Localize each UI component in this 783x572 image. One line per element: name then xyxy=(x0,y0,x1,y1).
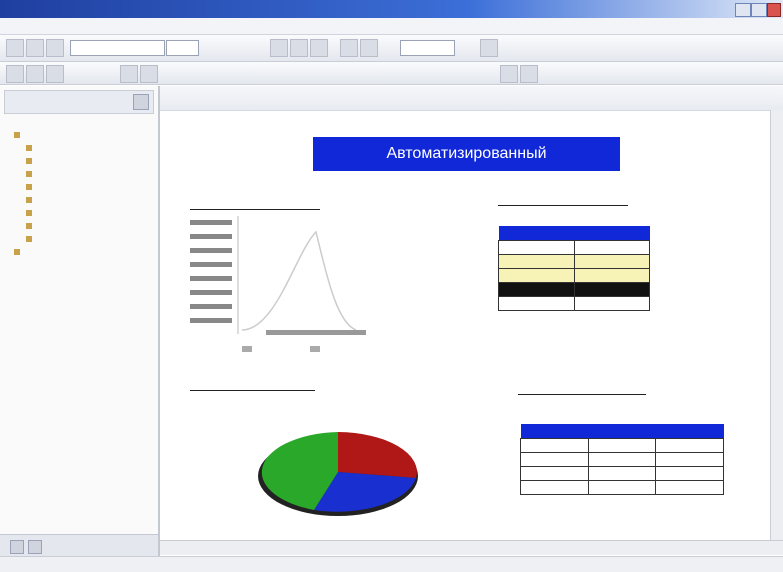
report-banner-title: Автоматизированный xyxy=(313,137,620,171)
italic-icon[interactable] xyxy=(290,39,308,57)
table-row xyxy=(520,480,724,495)
toolbar-primary xyxy=(0,35,783,62)
legend-marker xyxy=(310,346,320,352)
open-file-icon[interactable] xyxy=(26,39,44,57)
y-tick-label xyxy=(190,276,232,281)
save-icon[interactable] xyxy=(46,39,64,57)
pie-chart xyxy=(258,432,418,516)
zoom-field[interactable] xyxy=(400,40,455,56)
top-table-title xyxy=(498,192,628,206)
y-tick-label xyxy=(190,262,232,267)
tree-item[interactable] xyxy=(26,221,35,230)
summary-table xyxy=(498,226,650,311)
undo-icon[interactable] xyxy=(120,65,138,83)
tree-item[interactable] xyxy=(26,234,35,243)
y-tick-label xyxy=(190,220,232,225)
table-row xyxy=(520,452,724,467)
table-row xyxy=(498,240,650,255)
y-tick-label xyxy=(190,304,232,309)
bold-icon[interactable] xyxy=(270,39,288,57)
window-title xyxy=(0,3,24,14)
x-axis-labels xyxy=(266,330,366,335)
y-tick-label xyxy=(190,234,232,239)
table-row xyxy=(498,296,650,311)
table-row xyxy=(498,282,650,297)
vertical-scrollbar[interactable] xyxy=(770,110,783,540)
pie-chart-title xyxy=(190,377,315,391)
bottom-table-title xyxy=(518,381,646,395)
tree-item[interactable] xyxy=(26,169,35,178)
table-row xyxy=(498,268,650,283)
pie-slice-red xyxy=(338,432,417,478)
tree-item[interactable] xyxy=(14,130,35,139)
legend-marker xyxy=(242,346,252,352)
horizontal-ruler xyxy=(160,86,783,111)
tree-item[interactable] xyxy=(26,195,35,204)
minimize-icon[interactable] xyxy=(735,3,751,17)
line-series xyxy=(241,230,357,331)
y-axis-labels xyxy=(190,220,232,323)
line-chart-title xyxy=(190,196,320,210)
align-center-icon[interactable] xyxy=(360,39,378,57)
left-panel-footer xyxy=(0,534,158,557)
tree-item[interactable] xyxy=(26,182,35,191)
horizontal-scrollbar[interactable] xyxy=(160,540,783,555)
y-tick-label xyxy=(190,290,232,295)
underline-icon[interactable] xyxy=(310,39,328,57)
tree-item[interactable] xyxy=(26,208,35,217)
align-left-icon[interactable] xyxy=(340,39,358,57)
tree-list xyxy=(14,130,35,260)
print-icon[interactable] xyxy=(480,39,498,57)
title-bar xyxy=(0,0,783,18)
paste-icon[interactable] xyxy=(46,65,64,83)
font-size-field[interactable] xyxy=(166,40,199,56)
next-page-icon[interactable] xyxy=(28,540,42,554)
copy-icon[interactable] xyxy=(26,65,44,83)
table-row xyxy=(498,254,650,269)
maximize-icon[interactable] xyxy=(751,3,767,17)
panel-close-icon[interactable] xyxy=(133,94,149,110)
font-field[interactable] xyxy=(70,40,165,56)
tree-item[interactable] xyxy=(26,156,35,165)
cut-icon[interactable] xyxy=(6,65,24,83)
close-icon[interactable] xyxy=(767,3,781,17)
detail-table xyxy=(520,424,724,495)
new-file-icon[interactable] xyxy=(6,39,24,57)
menu-bar xyxy=(0,18,783,35)
table-icon[interactable] xyxy=(520,65,538,83)
line-chart xyxy=(190,216,366,352)
y-tick-label xyxy=(190,248,232,253)
toolbar-secondary xyxy=(0,62,783,85)
object-tree-panel xyxy=(0,86,160,556)
table-header-row xyxy=(520,424,724,439)
tree-item[interactable] xyxy=(14,247,35,256)
redo-icon[interactable] xyxy=(140,65,158,83)
table-header-row xyxy=(498,226,650,241)
y-tick-label xyxy=(190,318,232,323)
chart-icon[interactable] xyxy=(500,65,518,83)
prev-page-icon[interactable] xyxy=(10,540,24,554)
table-row xyxy=(520,466,724,481)
tree-item[interactable] xyxy=(26,143,35,152)
table-row xyxy=(520,438,724,453)
tree-panel-header xyxy=(4,90,154,114)
status-bar xyxy=(0,556,783,572)
